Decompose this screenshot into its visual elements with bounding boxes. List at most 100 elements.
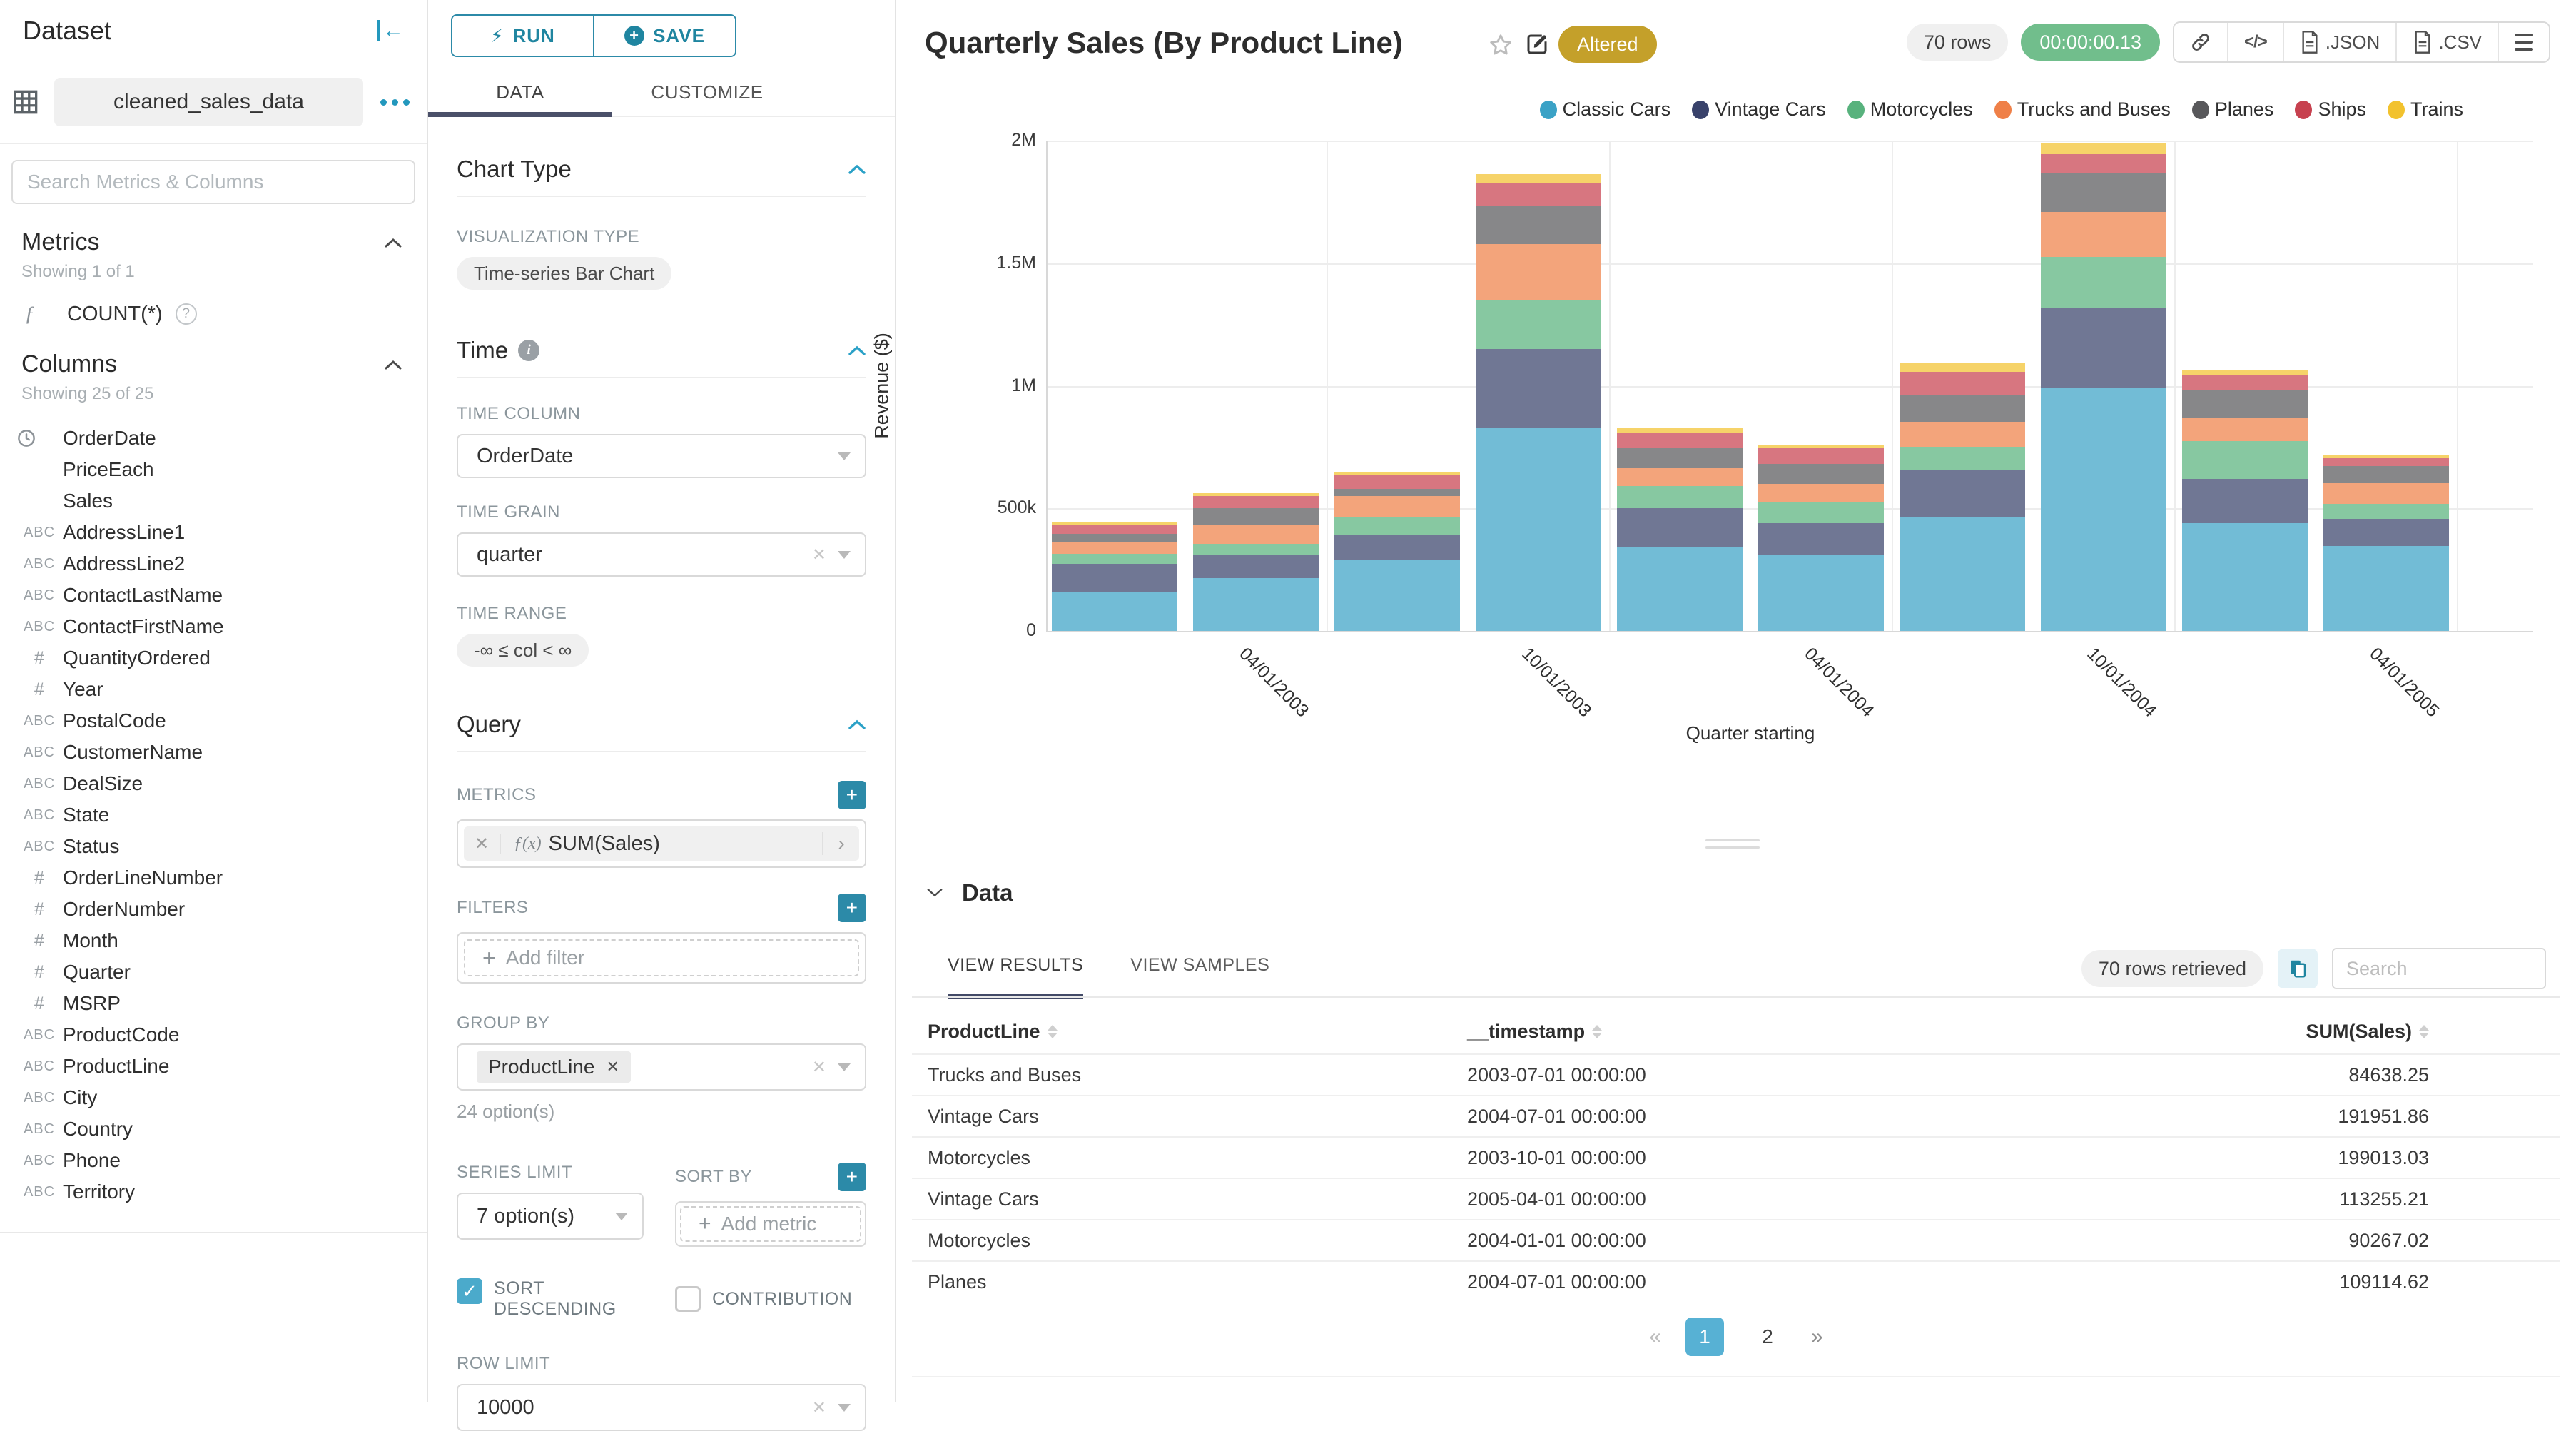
add-filter-button[interactable]: + <box>838 894 866 922</box>
visualization-type-pill[interactable]: Time-series Bar Chart <box>457 257 671 290</box>
dataset-name-pill[interactable]: cleaned_sales_data <box>54 78 363 126</box>
bar-segment-classic-cars[interactable] <box>2323 546 2449 631</box>
bar-segment-vintage-cars[interactable] <box>2323 519 2449 547</box>
time-range-pill[interactable]: -∞ ≤ col < ∞ <box>457 634 589 667</box>
bar-segment-motorcycles[interactable] <box>1052 554 1177 564</box>
bar-segment-classic-cars[interactable] <box>1052 592 1177 631</box>
column-item-contactfirstname[interactable]: ABCContactFirstName <box>0 611 427 642</box>
bar-segment-motorcycles[interactable] <box>2182 441 2308 479</box>
bar-segment-motorcycles[interactable] <box>1193 544 1319 555</box>
bar-segment-vintage-cars[interactable] <box>1900 470 2025 517</box>
bar-segment-ships[interactable] <box>1900 372 2025 395</box>
group-by-select[interactable]: ProductLine✕ ✕ <box>457 1043 866 1091</box>
bar-2005-01-01[interactable] <box>2182 370 2308 631</box>
tab-view-results[interactable]: VIEW RESULTS <box>948 955 1083 999</box>
remove-chip-icon[interactable]: ✕ <box>606 1058 619 1076</box>
bar-segment-classic-cars[interactable] <box>1617 547 1743 631</box>
bar-segment-planes[interactable] <box>1476 206 1601 243</box>
bar-2004-10-01[interactable] <box>2041 143 2166 631</box>
bar-2003-04-01[interactable] <box>1193 493 1319 631</box>
remove-metric-icon[interactable]: ✕ <box>464 834 501 854</box>
panel-resize-handle[interactable] <box>1705 839 1760 854</box>
bar-segment-trains[interactable] <box>2041 143 2166 153</box>
add-sort-metric-dropzone[interactable]: +Add metric <box>680 1206 861 1242</box>
bar-segment-vintage-cars[interactable] <box>1193 555 1319 579</box>
data-section-toggle[interactable]: Data <box>926 879 1013 906</box>
bar-segment-vintage-cars[interactable] <box>1334 535 1460 560</box>
bar-segment-planes[interactable] <box>1193 508 1319 525</box>
pagination-page-1[interactable]: 1 <box>1685 1318 1724 1356</box>
bar-2003-07-01[interactable] <box>1334 472 1460 631</box>
column-item-msrp[interactable]: #MSRP <box>0 988 427 1019</box>
bar-segment-trucks-and-buses[interactable] <box>1052 542 1177 553</box>
bar-2004-04-01[interactable] <box>1758 445 1884 631</box>
sort-header-productline[interactable]: ProductLine <box>928 1021 1058 1043</box>
bar-segment-motorcycles[interactable] <box>1758 502 1884 523</box>
bar-segment-planes[interactable] <box>1334 489 1460 496</box>
bar-2004-01-01[interactable] <box>1617 428 1743 631</box>
bar-segment-vintage-cars[interactable] <box>1476 349 1601 428</box>
column-item-productcode[interactable]: ABCProductCode <box>0 1019 427 1051</box>
column-item-phone[interactable]: ABCPhone <box>0 1145 427 1176</box>
column-item-contactlastname[interactable]: ABCContactLastName <box>0 580 427 611</box>
bar-segment-trucks-and-buses[interactable] <box>1476 244 1601 300</box>
bar-segment-trains[interactable] <box>1617 428 1743 433</box>
sort-header--timestamp[interactable]: __timestamp <box>1467 1021 1602 1043</box>
add-sort-metric-button[interactable]: + <box>838 1163 866 1191</box>
pagination-next[interactable]: » <box>1811 1325 1823 1349</box>
bar-segment-trucks-and-buses[interactable] <box>2041 212 2166 258</box>
column-item-country[interactable]: ABCCountry <box>0 1113 427 1145</box>
column-item-postalcode[interactable]: ABCPostalCode <box>0 705 427 737</box>
metrics-collapse-icon[interactable] <box>384 237 402 248</box>
column-item-quarter[interactable]: #Quarter <box>0 956 427 988</box>
bar-segment-trucks-and-buses[interactable] <box>1334 496 1460 517</box>
bar-segment-ships[interactable] <box>1193 496 1319 508</box>
bar-segment-trains[interactable] <box>1476 174 1601 183</box>
bar-segment-trucks-and-buses[interactable] <box>1900 422 2025 446</box>
bar-segment-ships[interactable] <box>1476 183 1601 206</box>
pagination-page-2[interactable]: 2 <box>1748 1318 1787 1356</box>
column-item-state[interactable]: ABCState <box>0 799 427 831</box>
sort-descending-checkbox[interactable]: ✓ <box>457 1278 482 1304</box>
sort-header-sum-sales-[interactable]: SUM(Sales) <box>2306 1021 2429 1043</box>
bar-segment-planes[interactable] <box>2041 173 2166 211</box>
bar-segment-trucks-and-buses[interactable] <box>1758 484 1884 502</box>
bar-2004-07-01[interactable] <box>1900 363 2025 631</box>
bar-segment-ships[interactable] <box>1334 475 1460 489</box>
column-item-priceeach[interactable]: PriceEach <box>0 454 427 485</box>
bar-segment-ships[interactable] <box>2182 375 2308 390</box>
bar-segment-motorcycles[interactable] <box>1900 447 2025 470</box>
bar-segment-ships[interactable] <box>1758 448 1884 464</box>
save-button[interactable]: +SAVE <box>593 16 735 56</box>
column-item-customername[interactable]: ABCCustomerName <box>0 737 427 768</box>
bar-segment-trucks-and-buses[interactable] <box>2182 418 2308 441</box>
bar-segment-trucks-and-buses[interactable] <box>1193 525 1319 544</box>
bar-segment-classic-cars[interactable] <box>1758 555 1884 631</box>
contribution-checkbox[interactable] <box>675 1286 701 1312</box>
column-item-orderlinenumber[interactable]: #OrderLineNumber <box>0 862 427 894</box>
bar-segment-trains[interactable] <box>1900 363 2025 372</box>
column-item-productline[interactable]: ABCProductLine <box>0 1051 427 1082</box>
run-button[interactable]: ⚡RUN <box>452 16 593 56</box>
bar-segment-planes[interactable] <box>2323 466 2449 483</box>
bar-segment-classic-cars[interactable] <box>1193 578 1319 631</box>
column-item-city[interactable]: ABCCity <box>0 1082 427 1113</box>
column-item-month[interactable]: #Month <box>0 925 427 956</box>
column-item-ordernumber[interactable]: #OrderNumber <box>0 894 427 925</box>
column-item-addressline1[interactable]: ABCAddressLine1 <box>0 517 427 548</box>
column-item-status[interactable]: ABCStatus <box>0 831 427 862</box>
column-item-addressline2[interactable]: ABCAddressLine2 <box>0 548 427 580</box>
bar-segment-ships[interactable] <box>1052 525 1177 534</box>
collapse-panel-icon[interactable]: ← <box>377 20 404 41</box>
metric-chip[interactable]: ✕ ƒ(x) SUM(Sales) › <box>464 826 859 861</box>
tab-data[interactable]: DATA <box>428 76 612 116</box>
bar-segment-vintage-cars[interactable] <box>1052 564 1177 592</box>
bar-segment-motorcycles[interactable] <box>2041 257 2166 307</box>
bar-segment-vintage-cars[interactable] <box>2182 479 2308 523</box>
bar-segment-ships[interactable] <box>2323 458 2449 465</box>
bar-segment-trucks-and-buses[interactable] <box>1617 468 1743 487</box>
bar-segment-ships[interactable] <box>2041 154 2166 173</box>
bar-segment-classic-cars[interactable] <box>1900 517 2025 631</box>
time-column-select[interactable]: OrderDate <box>457 434 866 478</box>
column-item-year[interactable]: #Year <box>0 674 427 705</box>
